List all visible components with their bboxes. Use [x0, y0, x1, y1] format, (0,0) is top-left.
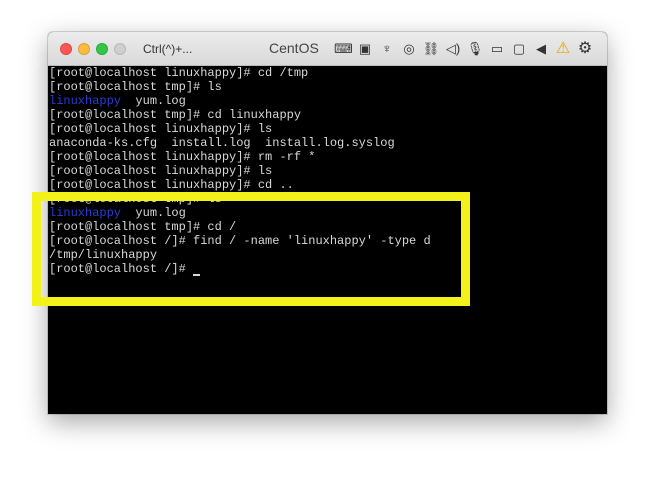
- arrow-left-icon[interactable]: ◀: [532, 38, 550, 60]
- terminal-line: [root@localhost linuxhappy]# ls: [49, 122, 273, 136]
- directory-name: linuxhappy: [49, 94, 122, 108]
- network-icon[interactable]: ⛓: [422, 38, 440, 60]
- cpu-icon[interactable]: ▣: [356, 38, 374, 60]
- terminal-line: linuxhappy yum.log: [48, 94, 607, 108]
- terminal-line: anaconda-ks.cfg install.log install.log.…: [49, 136, 395, 150]
- terminal-line: [root@localhost linuxhappy]# ls: [49, 164, 273, 178]
- highlight-box: [32, 192, 470, 306]
- video-icon[interactable]: ▢: [510, 38, 528, 60]
- terminal-line: [root@localhost linuxhappy]# cd /tmp: [49, 66, 309, 80]
- file-name: yum.log: [121, 94, 186, 108]
- terminal-line: [root@localhost tmp]# cd linuxhappy: [49, 108, 302, 122]
- zoom-button[interactable]: [96, 43, 108, 55]
- gear-icon[interactable]: ⚙: [576, 38, 594, 60]
- toolbar-icons: ⌨ ▣ ♆ ◎ ⛓ ◁) 🎙 ▭ ▢ ◀ ⚠ ⚙: [334, 38, 598, 60]
- title-bar: Ctrl(^)+... CentOS ⌨ ▣ ♆ ◎ ⛓ ◁) 🎙 ▭ ▢ ◀ …: [48, 32, 607, 66]
- display-icon[interactable]: ▭: [488, 38, 506, 60]
- window-title: CentOS: [269, 40, 319, 56]
- close-button[interactable]: [60, 43, 72, 55]
- camera-icon[interactable]: ◎: [400, 38, 418, 60]
- minimize-button[interactable]: [78, 43, 90, 55]
- warning-icon[interactable]: ⚠: [554, 38, 572, 60]
- fullscreen-button[interactable]: [114, 43, 126, 55]
- keyboard-icon[interactable]: ⌨: [334, 38, 353, 60]
- sound-icon[interactable]: ◁): [444, 38, 462, 60]
- terminal-line: [root@localhost linuxhappy]# cd ..: [49, 178, 294, 192]
- usb-icon[interactable]: ♆: [378, 38, 396, 60]
- terminal-line: [root@localhost linuxhappy]# rm -rf *: [49, 150, 316, 164]
- keyboard-shortcut-label[interactable]: Ctrl(^)+...: [143, 42, 192, 56]
- terminal-line: [root@localhost tmp]# ls: [49, 80, 222, 94]
- microphone-icon[interactable]: 🎙: [466, 38, 484, 60]
